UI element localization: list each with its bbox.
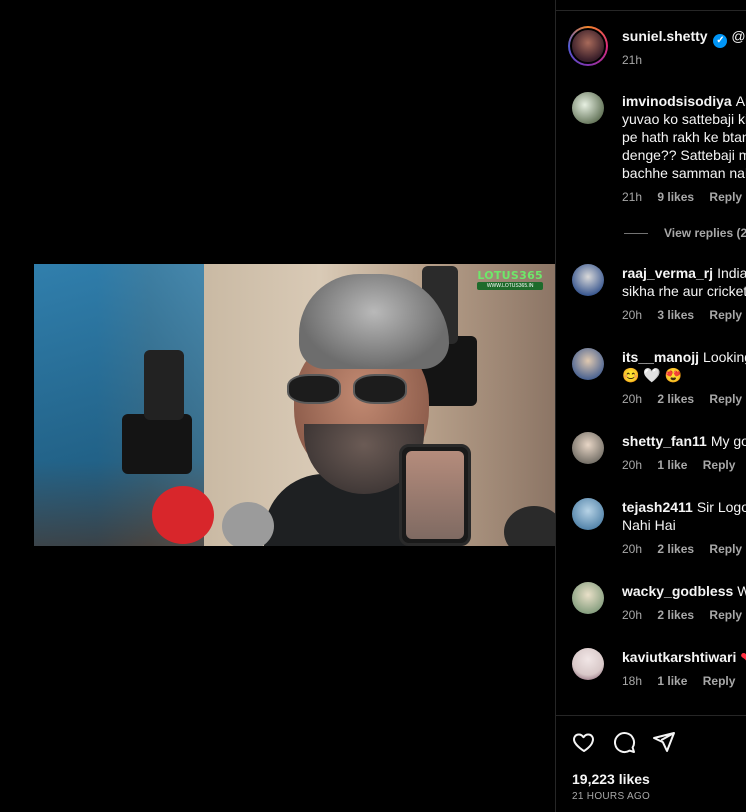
comment-time: 20h bbox=[622, 608, 643, 622]
post-age: 21 HOURS AGO bbox=[572, 791, 651, 802]
comment-text: kaviutkarshtiwari❤ bbox=[622, 648, 746, 666]
commenter-avatar[interactable] bbox=[572, 348, 604, 380]
reply-button[interactable]: Reply bbox=[703, 674, 736, 688]
watermark-url: WWW.LOTUS365.IN bbox=[477, 282, 543, 290]
comment-body-line: India r bbox=[717, 265, 746, 281]
video-camera-flash bbox=[144, 350, 184, 420]
post-video[interactable]: LOTUS365 WWW.LOTUS365.IN bbox=[34, 264, 555, 546]
comment-body-line: Nahi Hai bbox=[622, 517, 676, 533]
video-phone bbox=[399, 444, 471, 546]
comment-body-line: denge?? Sattebaji m bbox=[622, 147, 746, 163]
comment-body-line: Sir Logo bbox=[696, 499, 746, 515]
heart-icon[interactable] bbox=[572, 730, 596, 754]
comment-time: 20h bbox=[622, 392, 643, 406]
comment-body-line: My gol bbox=[710, 433, 746, 449]
author-header: suniel.shetty ✓ @lo bbox=[622, 28, 746, 48]
likes-count[interactable]: 19,223 likes bbox=[572, 771, 650, 787]
reply-button[interactable]: Reply bbox=[709, 608, 742, 622]
comment-text: raaj_verma_rjIndia r sikha rhe aur crick… bbox=[622, 264, 746, 300]
comment-likes[interactable]: 2 likes bbox=[657, 608, 694, 622]
comment-time: 21h bbox=[622, 190, 643, 204]
verified-badge-icon: ✓ bbox=[713, 34, 728, 48]
reply-button[interactable]: Reply bbox=[709, 190, 742, 204]
share-icon[interactable] bbox=[652, 730, 676, 754]
actions-divider bbox=[556, 715, 746, 716]
comment-text: shetty_fan11My gol bbox=[622, 432, 746, 450]
commenter-avatar[interactable] bbox=[572, 582, 604, 614]
comment-meta: 20h 2 likes Reply S bbox=[622, 608, 746, 622]
author-username[interactable]: suniel.shetty bbox=[622, 28, 708, 44]
view-replies-label: View replies (2 bbox=[664, 226, 746, 240]
comment-username[interactable]: imvinodsisodiya bbox=[622, 93, 732, 109]
comment-meta: 20h 3 likes Reply S bbox=[622, 308, 746, 322]
commenter-avatar[interactable] bbox=[572, 432, 604, 464]
comment-time: 20h bbox=[622, 542, 643, 556]
comment-meta: 20h 2 likes Reply bbox=[622, 392, 746, 406]
comment-icon[interactable] bbox=[612, 730, 636, 754]
post-media-pane: LOTUS365 WWW.LOTUS365.IN bbox=[0, 0, 555, 812]
video-microphone-dark bbox=[504, 506, 555, 546]
comment-meta: 20h 2 likes Reply S bbox=[622, 542, 746, 556]
video-microphone-gray bbox=[222, 502, 274, 546]
author-avatar[interactable] bbox=[568, 26, 608, 66]
comment-likes[interactable]: 2 likes bbox=[657, 392, 694, 406]
comment-likes[interactable]: 3 likes bbox=[657, 308, 694, 322]
watermark-brand: LOTUS365 bbox=[477, 269, 543, 282]
comment-username[interactable]: shetty_fan11 bbox=[622, 433, 707, 449]
comment-body-line: Wo bbox=[737, 583, 746, 599]
comment-body-line: Looking bbox=[703, 349, 746, 365]
comment-meta: 20h 1 like Reply bbox=[622, 458, 746, 472]
video-watermark: LOTUS365 WWW.LOTUS365.IN bbox=[477, 269, 543, 290]
comment-username[interactable]: its__manojj bbox=[622, 349, 699, 365]
commenter-avatar[interactable] bbox=[572, 648, 604, 680]
view-replies-line bbox=[624, 233, 648, 235]
post-time: 21h bbox=[622, 53, 643, 67]
author-mention[interactable]: @lo bbox=[731, 28, 746, 44]
reply-button[interactable]: Reply bbox=[709, 392, 742, 406]
comment-body-line: sikha rhe aur cricket bbox=[622, 283, 746, 299]
comment-meta: 21h 9 likes Reply S bbox=[622, 190, 746, 204]
person-hair bbox=[299, 274, 449, 369]
comment-text: its__manojjLooking 😊 🤍 😍 bbox=[622, 348, 746, 384]
heart-emoji-icon: ❤ bbox=[740, 649, 746, 665]
video-microphone-red bbox=[152, 486, 214, 544]
comment-time: 18h bbox=[622, 674, 643, 688]
comment-body-line: An bbox=[735, 93, 746, 109]
comment-likes[interactable]: 1 like bbox=[657, 458, 687, 472]
comment-time: 20h bbox=[622, 458, 643, 472]
comment-meta: 18h 1 like Reply bbox=[622, 674, 746, 688]
comment-username[interactable]: raaj_verma_rj bbox=[622, 265, 713, 281]
comment-body-line: yuvao ko sattebaji ki bbox=[622, 111, 746, 127]
comment-likes[interactable]: 2 likes bbox=[657, 542, 694, 556]
reply-button[interactable]: Reply bbox=[709, 542, 742, 556]
comments-panel: suniel.shetty ✓ @lo 21h imvinodsisodiyaA… bbox=[556, 0, 746, 812]
reply-button[interactable]: Reply bbox=[703, 458, 736, 472]
comment-text: wacky_godblessWo bbox=[622, 582, 746, 600]
comment-likes[interactable]: 1 like bbox=[657, 674, 687, 688]
commenter-avatar[interactable] bbox=[572, 92, 604, 124]
comment-likes[interactable]: 9 likes bbox=[657, 190, 694, 204]
comment-body-line: bachhe samman nah bbox=[622, 165, 746, 181]
person-sunglasses bbox=[287, 374, 412, 406]
comment-text: tejash2411 Sir Logo Nahi Hai bbox=[622, 498, 746, 534]
comment-body-line: 😊 🤍 😍 bbox=[622, 367, 683, 383]
comment-text: imvinodsisodiyaAn yuvao ko sattebaji ki … bbox=[622, 92, 746, 182]
reply-button[interactable]: Reply bbox=[709, 308, 742, 322]
comment-username[interactable]: wacky_godbless bbox=[622, 583, 733, 599]
comment-username[interactable]: kaviutkarshtiwari bbox=[622, 649, 736, 665]
commenter-avatar[interactable] bbox=[572, 498, 604, 530]
video-phone-screen bbox=[406, 451, 464, 539]
view-replies-button[interactable]: View replies (2 bbox=[624, 226, 746, 240]
comment-username[interactable]: tejash2411 bbox=[622, 499, 693, 515]
comment-body-line: pe hath rakh ke btan bbox=[622, 129, 746, 145]
commenter-avatar[interactable] bbox=[572, 264, 604, 296]
panel-top-divider bbox=[556, 10, 746, 11]
video-camera-left bbox=[122, 414, 192, 474]
comment-time: 20h bbox=[622, 308, 643, 322]
